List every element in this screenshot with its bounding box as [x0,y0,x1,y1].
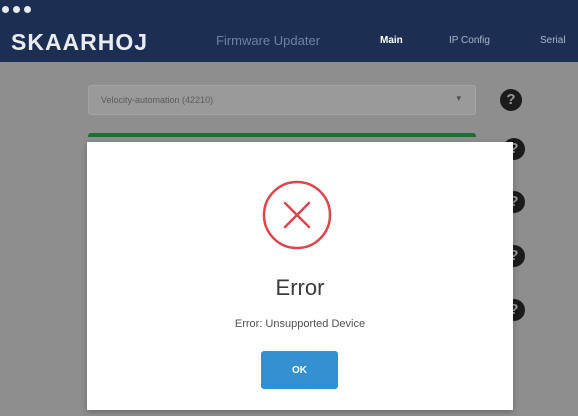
nav-tabs: Main IP Config Serial [0,35,578,51]
window-close-dot[interactable] [2,6,9,13]
help-icon[interactable]: ? [500,89,522,111]
error-dialog: Error Error: Unsupported Device OK [87,142,513,410]
app-window: SKAARHOJ Firmware Updater Main IP Config… [0,0,578,416]
header-bar: SKAARHOJ Firmware Updater Main IP Config… [0,0,578,62]
window-zoom-dot[interactable] [24,6,31,13]
dialog-message: Error: Unsupported Device [234,318,366,330]
dialog-title: Error [275,275,325,300]
tab-ip-config[interactable]: IP Config [449,35,490,46]
chevron-down-icon: ▾ [456,93,461,103]
tab-main[interactable]: Main [380,35,403,46]
window-minimize-dot[interactable] [13,6,20,13]
error-circle-x-icon [262,180,332,250]
ok-button[interactable]: OK [261,351,338,389]
device-select-value: Velocity-automation (42210) [101,95,214,105]
device-select[interactable]: Velocity-automation (42210) ▾ [88,85,476,115]
tab-serial[interactable]: Serial [540,35,566,46]
window-controls [2,6,31,13]
